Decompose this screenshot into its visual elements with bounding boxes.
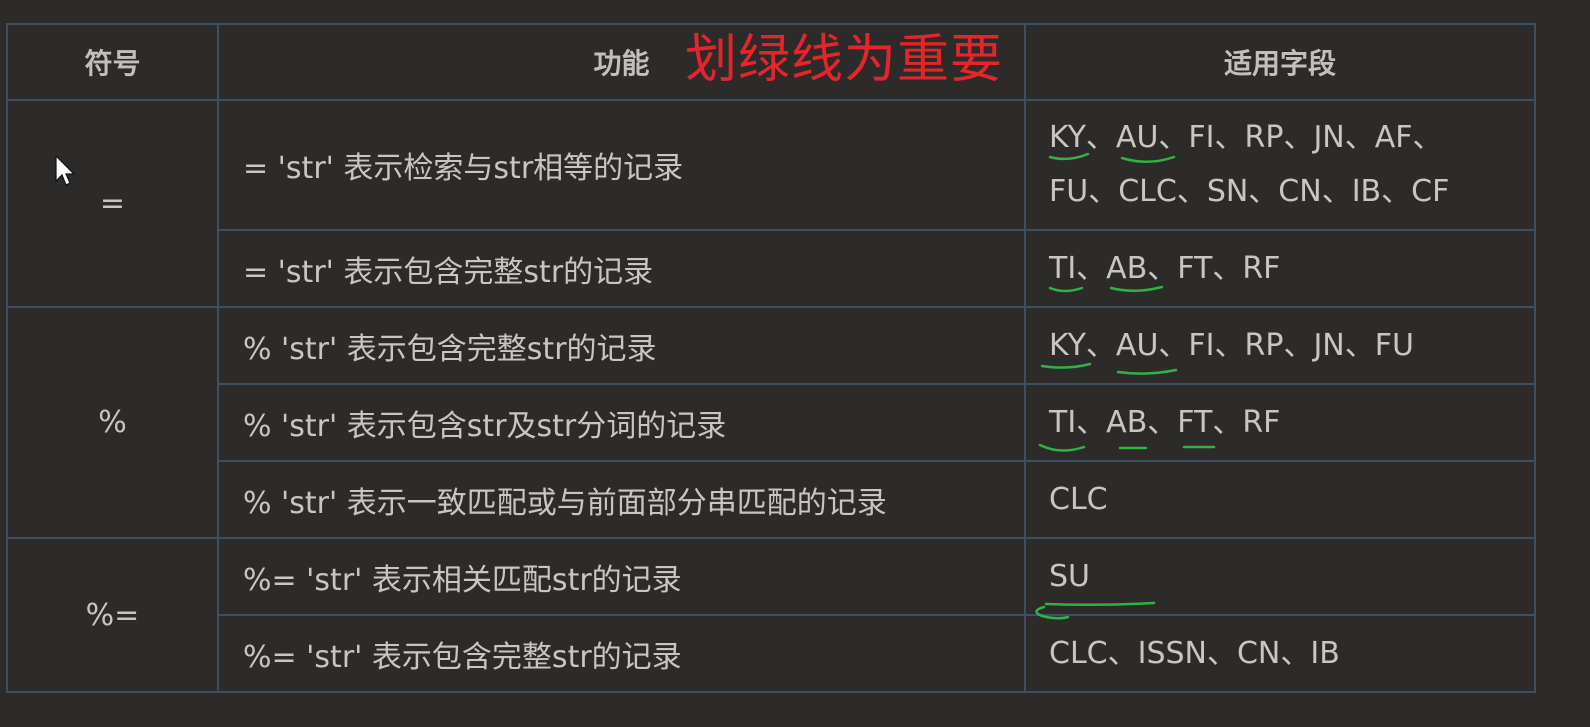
table-row: % % 'str' 表示包含完整str的记录 KY、AU、FI、RP、JN、FU xyxy=(6,306,1536,539)
function-cell: = 'str' 表示包含完整str的记录 xyxy=(217,229,1026,308)
symbol-percent: % xyxy=(6,306,219,539)
table-row: = 'str' 表示包含完整str的记录 TI、AB、FT、RF xyxy=(7,229,1536,308)
table-row: = = 'str' 表示检索与str相等的记录 KY、AU、FI、RP、JN、A… xyxy=(6,99,1536,308)
table-row: %= 'str' 表示包含完整str的记录 CLC、ISSN、CN、IB xyxy=(7,614,1536,693)
table-row: % 'str' 表示一致匹配或与前面部分串匹配的记录 CLC xyxy=(7,460,1536,539)
header-fields: 适用字段 xyxy=(1024,23,1536,101)
table-row: % 'str' 表示包含str及str分词的记录 TI、AB、FT、RF xyxy=(7,383,1536,462)
fields-cell: SU xyxy=(1024,537,1536,616)
header-function: 功能 xyxy=(593,47,650,80)
fields-cell: CLC xyxy=(1024,460,1536,539)
fields-cell: KY、AU、FI、RP、JN、FU xyxy=(1024,306,1536,385)
query-operator-table: 符号 功能 划绿线为重要 适用字段 = = 'str' 表示检索与str相等的记… xyxy=(6,23,1536,693)
table-row: %= %= 'str' 表示相关匹配str的记录 SU xyxy=(6,537,1536,693)
function-cell: %= 'str' 表示相关匹配str的记录 xyxy=(217,537,1026,616)
symbol-equals: = xyxy=(6,99,219,308)
header-symbol: 符号 xyxy=(6,23,219,101)
function-cell: = 'str' 表示检索与str相等的记录 xyxy=(217,99,1026,231)
function-cell: % 'str' 表示一致匹配或与前面部分串匹配的记录 xyxy=(217,460,1026,539)
mouse-cursor-icon xyxy=(55,155,76,186)
header-function-cell: 功能 划绿线为重要 xyxy=(217,23,1026,101)
annotation-note: 划绿线为重要 xyxy=(685,30,1004,90)
fields-cell: TI、AB、FT、RF xyxy=(1024,383,1536,462)
function-cell: %= 'str' 表示包含完整str的记录 xyxy=(217,614,1026,693)
fields-line: KY、AU、FI、RP、JN、AF、 xyxy=(1049,120,1443,155)
fields-line: FU、CLC、SN、CN、IB、CF xyxy=(1049,174,1450,209)
table-header-row: 符号 功能 划绿线为重要 适用字段 xyxy=(6,23,1536,101)
symbol-percent-equals: %= xyxy=(6,537,219,693)
screen: 符号 功能 划绿线为重要 适用字段 = = 'str' 表示检索与str相等的记… xyxy=(0,0,1590,727)
function-cell: % 'str' 表示包含完整str的记录 xyxy=(217,306,1026,385)
fields-cell: CLC、ISSN、CN、IB xyxy=(1024,614,1536,693)
fields-cell: KY、AU、FI、RP、JN、AF、 FU、CLC、SN、CN、IB、CF xyxy=(1024,99,1536,231)
function-cell: % 'str' 表示包含str及str分词的记录 xyxy=(217,383,1026,462)
fields-cell: TI、AB、FT、RF xyxy=(1024,229,1536,308)
